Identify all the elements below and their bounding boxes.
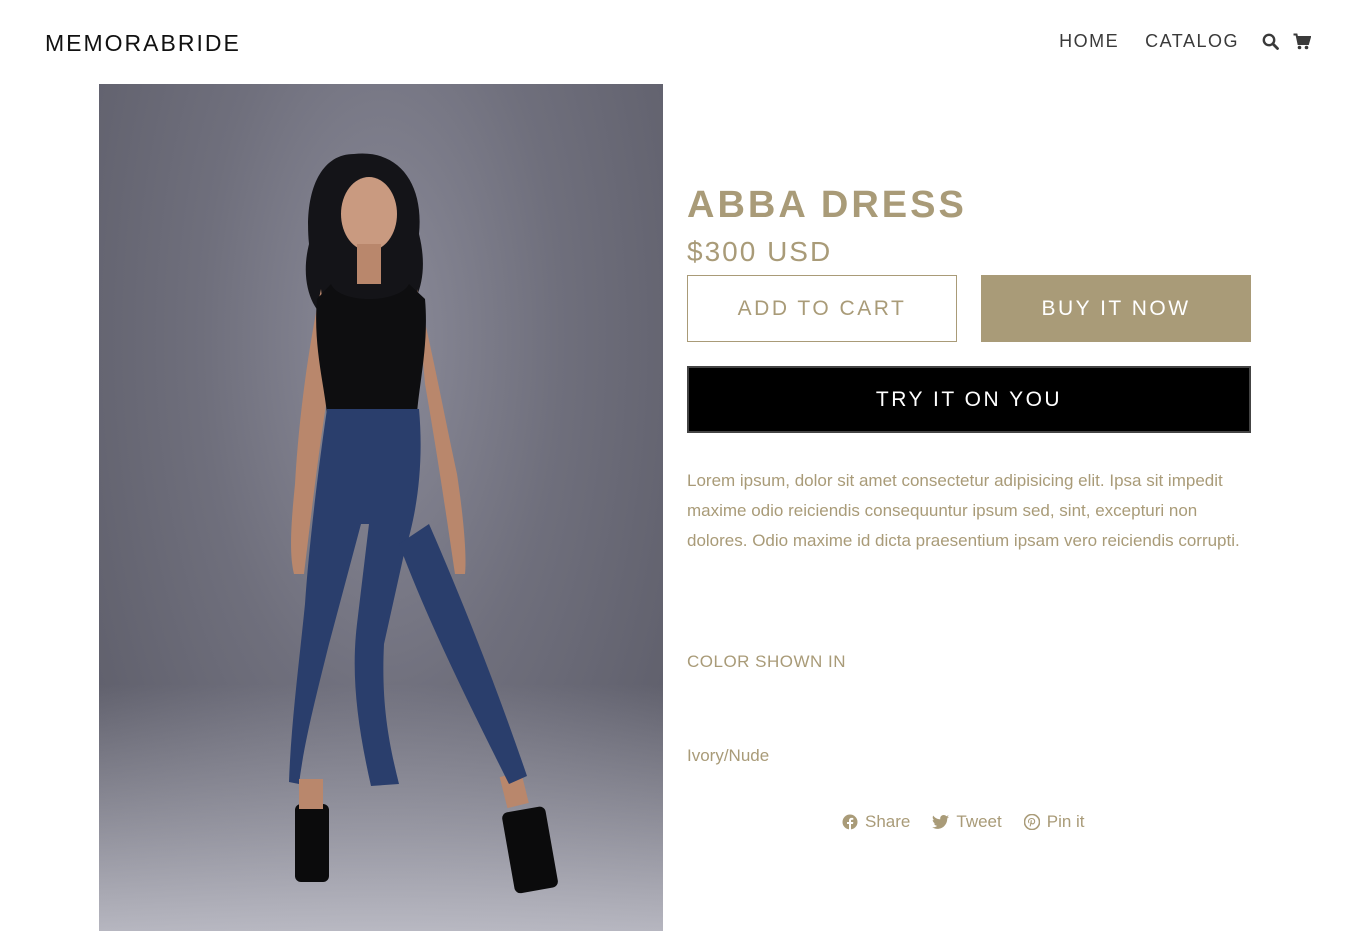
search-icon[interactable] [1261, 33, 1279, 51]
product-price: $300 USD [687, 236, 833, 267]
twitter-tweet-link[interactable]: Tweet [932, 812, 1002, 832]
try-it-on-you-button[interactable]: TRY IT ON YOU [687, 366, 1251, 433]
share-label: Share [865, 812, 911, 831]
pin-it-label: Pin it [1046, 812, 1085, 831]
model-figure [289, 153, 558, 894]
buy-it-now-button[interactable]: BUY IT NOW [981, 275, 1251, 342]
nav-home-link[interactable]: HOME [1059, 31, 1119, 52]
add-to-cart-button[interactable]: ADD TO CART [687, 275, 957, 342]
product-title: ABBA DRESS [687, 184, 967, 226]
site-header: MEMORABRIDE HOME CATALOG [0, 0, 1349, 84]
color-shown-label: COLOR SHOWN IN [687, 652, 847, 671]
social-share-bar: Share Tweet Pin it [842, 812, 1107, 832]
pinterest-pin-link[interactable]: Pin it [1023, 812, 1085, 832]
nav-catalog-link[interactable]: CATALOG [1145, 31, 1239, 52]
site-logo[interactable]: MEMORABRIDE [45, 30, 241, 57]
facebook-share-link[interactable]: Share [842, 812, 910, 832]
color-shown-value: Ivory/Nude [687, 746, 770, 765]
tweet-label: Tweet [956, 812, 1002, 831]
pinterest-icon [1023, 814, 1040, 830]
main-nav: HOME CATALOG [1033, 31, 1311, 52]
twitter-icon [932, 815, 950, 829]
cart-icon[interactable] [1293, 33, 1311, 51]
product-image[interactable] [99, 84, 663, 931]
product-description: Lorem ipsum, dolor sit amet consectetur … [687, 471, 1240, 550]
facebook-icon [842, 814, 858, 830]
